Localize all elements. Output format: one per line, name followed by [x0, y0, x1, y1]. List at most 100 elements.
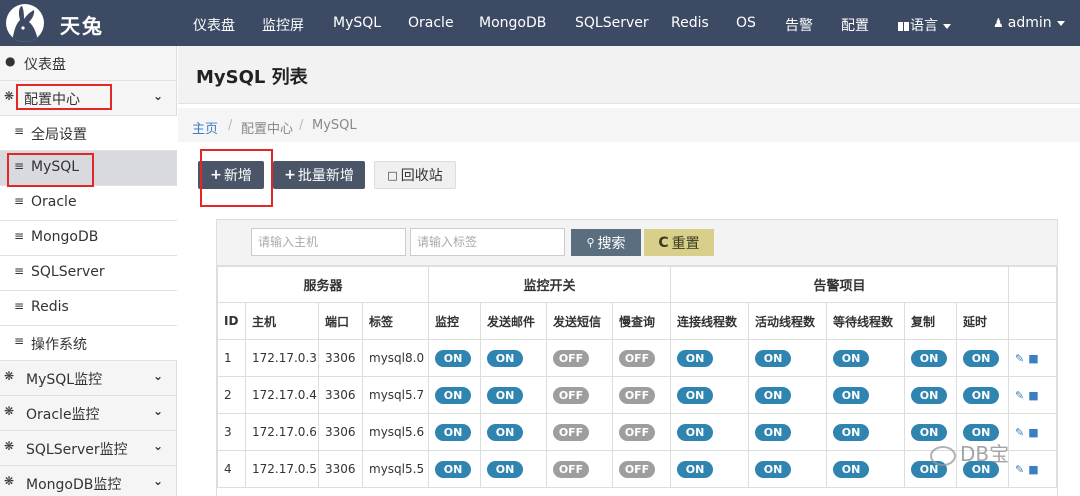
toggle-cell: ON — [428, 413, 482, 451]
edit-icon[interactable]: ✎ — [1015, 426, 1024, 439]
table-group-header-row: 服务器 监控开关 告警项目 — [216, 266, 1058, 303]
toggle-switch[interactable]: ON — [677, 349, 714, 367]
toggle-switch[interactable]: ON — [833, 349, 870, 367]
trash-icon[interactable]: ■ — [1028, 463, 1038, 476]
edit-icon[interactable]: ✎ — [1015, 389, 1024, 402]
sidebar-item-label: MongoDB — [31, 229, 99, 245]
toggle-switch[interactable]: ON — [755, 460, 792, 478]
toggle-switch[interactable]: OFF — [553, 460, 590, 478]
sidebar-item-mysql-monitor[interactable]: ❋ MySQL监控 ⌄ — [0, 361, 177, 396]
refresh-icon: C — [658, 234, 669, 251]
sidebar-item-global-settings[interactable]: ≡ 全局设置 — [0, 116, 177, 151]
breadcrumb-home[interactable]: 主页 — [192, 118, 218, 137]
toggle-switch[interactable]: OFF — [619, 460, 656, 478]
sidebar-item-oracle[interactable]: ≡ Oracle — [0, 186, 177, 221]
row-host: 172.17.0.6 — [245, 413, 319, 451]
sidebar-item-dashboard[interactable]: ● 仪表盘 — [0, 46, 177, 81]
nav-mysql[interactable]: MySQL — [333, 15, 381, 31]
column-header: 活动线程数 — [748, 302, 828, 340]
toggle-cell: ON — [904, 376, 958, 414]
toggle-cell: OFF — [546, 413, 614, 451]
breadcrumb-section[interactable]: 配置中心 — [241, 118, 293, 137]
nav-config[interactable]: 配置 — [841, 15, 869, 35]
nav-alerts[interactable]: 告警 — [785, 15, 813, 35]
column-header: 复制 — [904, 302, 958, 340]
toggle-switch[interactable]: OFF — [619, 349, 656, 367]
batch-add-button[interactable]: + 批量新增 — [273, 161, 365, 189]
toggle-switch[interactable]: ON — [963, 349, 1000, 367]
filter-bar: ⚲搜索 C重置 — [217, 220, 1057, 266]
user-menu[interactable]: ♟ admin — [993, 15, 1065, 31]
toggle-switch[interactable]: ON — [435, 423, 472, 441]
toggle-switch[interactable]: ON — [487, 423, 524, 441]
row-host: 172.17.0.4 — [245, 376, 319, 414]
edit-icon[interactable]: ✎ — [1015, 463, 1024, 476]
nav-oracle[interactable]: Oracle — [408, 15, 454, 31]
row-actions: ✎ ■ — [1008, 339, 1058, 377]
nav-monitor-screen[interactable]: 监控屏 — [262, 15, 304, 35]
sidebar-item-mongodb-monitor[interactable]: ❋ MongoDB监控 ⌄ — [0, 466, 177, 496]
toggle-switch[interactable]: ON — [755, 386, 792, 404]
nav-mongodb[interactable]: MongoDB — [479, 15, 546, 31]
toggle-switch[interactable]: ON — [677, 460, 714, 478]
toggle-switch[interactable]: ON — [487, 460, 524, 478]
column-header: 监控 — [428, 302, 482, 340]
language-label: 语言 — [910, 18, 938, 34]
nav-redis[interactable]: Redis — [671, 15, 709, 31]
toggle-switch[interactable]: ON — [435, 386, 472, 404]
table-row: 1 172.17.0.3 3306 mysql8.0 ON ON OFF OFF ON ON ON O… — [217, 339, 1058, 377]
toggle-switch[interactable]: ON — [755, 423, 792, 441]
toggle-switch[interactable]: ON — [435, 349, 472, 367]
toggle-switch[interactable]: ON — [487, 386, 524, 404]
nav-sqlserver[interactable]: SQLServer — [575, 15, 649, 31]
toggle-switch[interactable]: ON — [833, 386, 870, 404]
recycle-bin-button[interactable]: □ 回收站 — [374, 161, 456, 189]
nav-os[interactable]: OS — [736, 15, 756, 31]
toggle-switch[interactable]: ON — [911, 386, 948, 404]
toggle-switch[interactable]: OFF — [553, 349, 590, 367]
row-port: 3306 — [318, 413, 363, 451]
brand[interactable]: 天兔 — [0, 0, 180, 46]
rabbit-logo-icon — [6, 4, 44, 42]
reset-button[interactable]: C 重置 — [644, 229, 714, 256]
toggle-switch[interactable]: OFF — [553, 386, 590, 404]
toggle-switch[interactable]: ON — [487, 349, 524, 367]
toggle-switch[interactable]: OFF — [619, 423, 656, 441]
toggle-cell: OFF — [546, 339, 614, 377]
recycle-bin-button-label: 回收站 — [400, 168, 443, 184]
toggle-switch[interactable]: ON — [911, 349, 948, 367]
toggle-switch[interactable]: OFF — [553, 423, 590, 441]
sidebar-item-redis[interactable]: ≡ Redis — [0, 291, 177, 326]
row-actions: ✎ ■ — [1008, 413, 1058, 451]
trash-icon[interactable]: ■ — [1028, 352, 1038, 365]
top-navbar: 天兔 仪表盘 监控屏 MySQL Oracle MongoDB SQLServe… — [0, 0, 1080, 46]
sidebar-item-os[interactable]: ≡ 操作系统 — [0, 326, 177, 361]
dashboard-icon: ❋ — [4, 89, 15, 103]
sidebar-item-sqlserver[interactable]: ≡ SQLServer — [0, 256, 177, 291]
nav-dashboard[interactable]: 仪表盘 — [193, 15, 235, 35]
toggle-switch[interactable]: ON — [677, 386, 714, 404]
trash-icon[interactable]: ■ — [1028, 426, 1038, 439]
sidebar-item-sqlserver-monitor[interactable]: ❋ SQLServer监控 ⌄ — [0, 431, 177, 466]
toggle-switch[interactable]: ON — [833, 460, 870, 478]
highlight-box — [16, 84, 112, 110]
toggle-switch[interactable]: ON — [833, 423, 870, 441]
trash-icon[interactable]: ■ — [1028, 389, 1038, 402]
toggle-switch[interactable]: OFF — [619, 386, 656, 404]
toggle-switch[interactable]: ON — [677, 423, 714, 441]
edit-icon[interactable]: ✎ — [1015, 352, 1024, 365]
sidebar-item-oracle-monitor[interactable]: ❋ Oracle监控 ⌄ — [0, 396, 177, 431]
search-button[interactable]: ⚲ 搜索 — [571, 229, 641, 256]
nav-language[interactable]: 语言 — [898, 15, 951, 35]
host-search-input[interactable] — [251, 228, 406, 256]
row-actions: ✎ ■ — [1008, 450, 1058, 488]
toggle-switch[interactable]: ON — [755, 349, 792, 367]
sidebar-item-mongodb[interactable]: ≡ MongoDB — [0, 221, 177, 256]
caret-down-icon — [1056, 20, 1065, 26]
highlight-box — [7, 153, 94, 187]
chevron-down-icon: ⌄ — [152, 404, 163, 418]
toggle-cell: ON — [748, 413, 828, 451]
tag-search-input[interactable] — [410, 228, 565, 256]
toggle-switch[interactable]: ON — [435, 460, 472, 478]
toggle-switch[interactable]: ON — [963, 386, 1000, 404]
